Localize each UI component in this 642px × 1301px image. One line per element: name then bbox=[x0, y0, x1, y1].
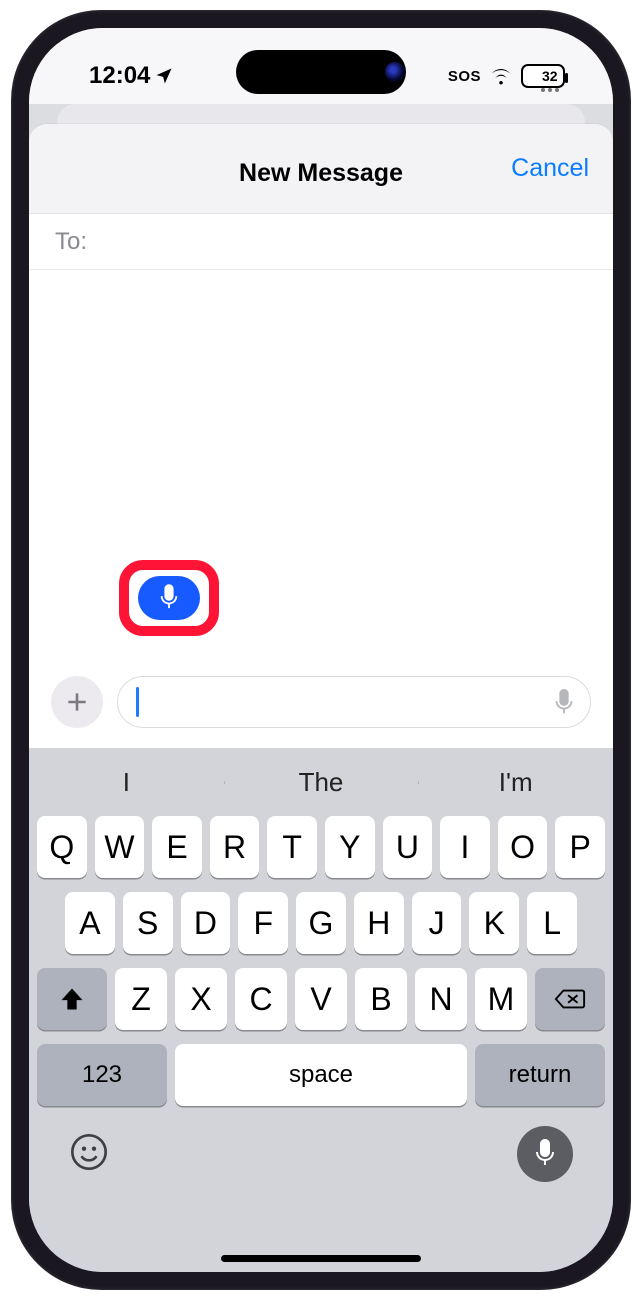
status-right: SOS 32 bbox=[448, 64, 565, 88]
key-row-2: A S D F G H J K L bbox=[37, 892, 605, 954]
key-rows: Q W E R T Y U I O P A S D F G H bbox=[29, 816, 613, 1106]
key-f[interactable]: F bbox=[238, 892, 288, 954]
sheet-behind bbox=[57, 104, 585, 124]
key-r[interactable]: R bbox=[210, 816, 260, 878]
key-row-4: 123 space return bbox=[37, 1044, 605, 1106]
status-left: 12:04 bbox=[89, 62, 174, 90]
status-time: 12:04 bbox=[89, 62, 150, 90]
key-q[interactable]: Q bbox=[37, 816, 87, 878]
delete-key[interactable] bbox=[535, 968, 605, 1030]
key-u[interactable]: U bbox=[383, 816, 433, 878]
key-i[interactable]: I bbox=[440, 816, 490, 878]
key-x[interactable]: X bbox=[175, 968, 227, 1030]
dictation-pill[interactable] bbox=[138, 576, 200, 620]
delete-icon bbox=[554, 987, 586, 1011]
shift-icon bbox=[58, 985, 86, 1013]
plus-icon bbox=[64, 689, 90, 715]
space-key[interactable]: space bbox=[175, 1044, 467, 1106]
microphone-icon bbox=[158, 584, 180, 612]
text-cursor bbox=[136, 687, 139, 717]
microphone-icon bbox=[533, 1139, 557, 1169]
add-button[interactable] bbox=[51, 676, 103, 728]
wifi-icon bbox=[489, 66, 513, 86]
location-icon bbox=[154, 66, 174, 86]
compose-row bbox=[29, 676, 613, 748]
key-k[interactable]: K bbox=[469, 892, 519, 954]
dynamic-island bbox=[236, 50, 406, 94]
key-l[interactable]: L bbox=[527, 892, 577, 954]
nav-bar: New Message Cancel bbox=[29, 124, 613, 214]
battery-percent: 32 bbox=[542, 68, 558, 84]
emoji-button[interactable] bbox=[69, 1132, 109, 1177]
key-m[interactable]: M bbox=[475, 968, 527, 1030]
key-c[interactable]: C bbox=[235, 968, 287, 1030]
sos-label: SOS bbox=[448, 68, 481, 85]
status-dots bbox=[541, 88, 559, 92]
annotation-highlight bbox=[119, 560, 219, 636]
key-w[interactable]: W bbox=[95, 816, 145, 878]
key-d[interactable]: D bbox=[181, 892, 231, 954]
conversation-area bbox=[29, 270, 613, 676]
key-row-3: Z X C V B N M bbox=[37, 968, 605, 1030]
emoji-icon bbox=[69, 1132, 109, 1172]
key-h[interactable]: H bbox=[354, 892, 404, 954]
key-p[interactable]: P bbox=[555, 816, 605, 878]
key-t[interactable]: T bbox=[267, 816, 317, 878]
suggestion-3[interactable]: I'm bbox=[418, 767, 613, 798]
cancel-button[interactable]: Cancel bbox=[511, 154, 589, 183]
shift-key[interactable] bbox=[37, 968, 107, 1030]
keyboard-dictation-button[interactable] bbox=[517, 1126, 573, 1182]
key-b[interactable]: B bbox=[355, 968, 407, 1030]
new-message-sheet: New Message Cancel To: bbox=[29, 124, 613, 748]
screen: 12:04 SOS 32 New Message bbox=[29, 28, 613, 1272]
key-s[interactable]: S bbox=[123, 892, 173, 954]
battery-icon: 32 bbox=[521, 64, 565, 88]
message-input[interactable] bbox=[117, 676, 591, 728]
key-z[interactable]: Z bbox=[115, 968, 167, 1030]
phone-frame: 12:04 SOS 32 New Message bbox=[11, 10, 631, 1290]
nav-title: New Message bbox=[239, 159, 403, 188]
key-o[interactable]: O bbox=[498, 816, 548, 878]
key-row-1: Q W E R T Y U I O P bbox=[37, 816, 605, 878]
key-y[interactable]: Y bbox=[325, 816, 375, 878]
home-indicator[interactable] bbox=[221, 1255, 421, 1262]
key-j[interactable]: J bbox=[412, 892, 462, 954]
suggestion-bar: I The I'm bbox=[29, 748, 613, 816]
return-key[interactable]: return bbox=[475, 1044, 605, 1106]
keyboard: I The I'm Q W E R T Y U I O P A bbox=[29, 748, 613, 1272]
key-a[interactable]: A bbox=[65, 892, 115, 954]
suggestion-1[interactable]: I bbox=[29, 767, 224, 798]
to-field[interactable]: To: bbox=[29, 214, 613, 270]
key-v[interactable]: V bbox=[295, 968, 347, 1030]
to-label: To: bbox=[55, 228, 87, 256]
suggestion-2[interactable]: The bbox=[224, 767, 419, 798]
keyboard-bottom-row bbox=[29, 1106, 613, 1182]
key-e[interactable]: E bbox=[152, 816, 202, 878]
key-n[interactable]: N bbox=[415, 968, 467, 1030]
key-g[interactable]: G bbox=[296, 892, 346, 954]
numbers-key[interactable]: 123 bbox=[37, 1044, 167, 1106]
input-microphone-icon[interactable] bbox=[552, 689, 576, 722]
front-camera bbox=[385, 62, 405, 82]
